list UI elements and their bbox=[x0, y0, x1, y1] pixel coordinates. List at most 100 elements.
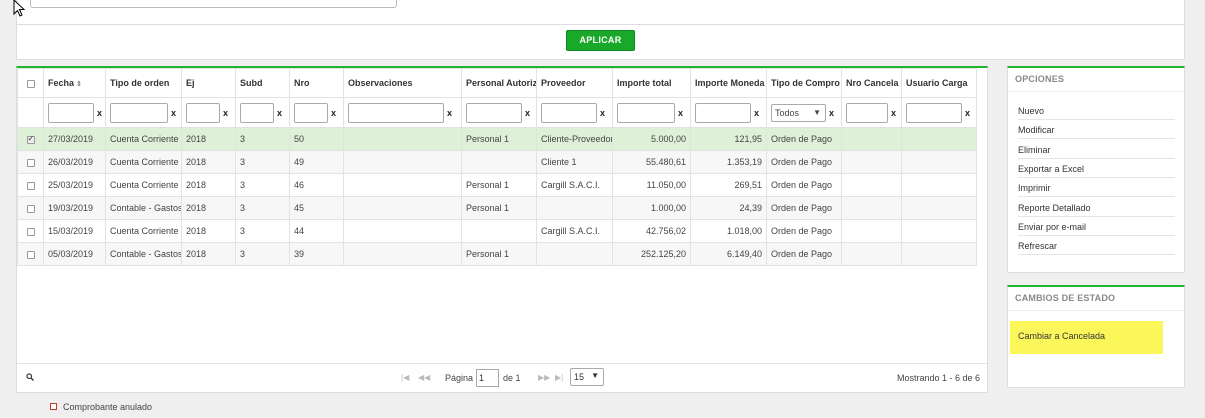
col-personal[interactable]: Personal Autoriz bbox=[461, 68, 537, 98]
cell-proveedor: Cliente 1 bbox=[536, 150, 613, 174]
table-row[interactable]: 27/03/2019Cuenta Corriente2018350 Persona… bbox=[17, 127, 977, 151]
cell-usuario bbox=[901, 173, 977, 197]
filter-moneda-input[interactable] bbox=[695, 102, 751, 123]
filter-usuario-input[interactable] bbox=[906, 102, 962, 123]
cell-moneda: 269,51 bbox=[690, 173, 767, 197]
col-fecha[interactable]: Fecha ⇕ bbox=[43, 68, 106, 98]
table-row[interactable]: 25/03/2019 Cuenta Corriente 2018 3 46 Persona… bbox=[17, 173, 977, 197]
cell-obs bbox=[343, 150, 462, 174]
filter-fecha-input[interactable] bbox=[48, 102, 94, 123]
table-row[interactable]: 19/03/2019 Contable - Gastos 2018 3 45 Person… bbox=[17, 196, 977, 220]
search-icon[interactable] bbox=[26, 373, 34, 381]
col-proveedor[interactable]: Proveedor bbox=[536, 68, 613, 98]
filter-subd-input[interactable] bbox=[240, 102, 274, 123]
option-item[interactable]: Eliminar bbox=[1018, 140, 1175, 159]
clear-filter-icon[interactable]: x bbox=[829, 108, 834, 118]
clear-filter-icon[interactable]: x bbox=[600, 108, 605, 118]
filter-cell: x bbox=[690, 97, 767, 128]
cell-ej: 2018 bbox=[181, 173, 236, 197]
col-ej[interactable]: Ej bbox=[181, 68, 236, 98]
table-row[interactable]: 15/03/2019 Cuenta Corriente 2018 3 44 Cargill… bbox=[17, 219, 977, 243]
row-checkbox[interactable] bbox=[26, 204, 35, 213]
option-item[interactable]: Exportar a Excel bbox=[1018, 159, 1175, 178]
page-number-input[interactable]: 1 bbox=[476, 369, 499, 387]
filter-total-input[interactable] bbox=[617, 102, 675, 123]
clear-filter-icon[interactable]: x bbox=[891, 108, 896, 118]
filter-cell: x bbox=[289, 97, 344, 128]
sort-icon[interactable]: ⇕ bbox=[76, 81, 82, 88]
cell-tipo: Cuenta Corriente bbox=[105, 150, 182, 174]
col-observaciones[interactable]: Observaciones bbox=[343, 68, 462, 98]
filter-tipo-input[interactable] bbox=[110, 102, 168, 123]
option-item[interactable]: Modificar bbox=[1018, 120, 1175, 140]
page-size-select[interactable]: 15 ▼ bbox=[570, 368, 604, 386]
col-tipo-comprobante[interactable]: Tipo de Compro bbox=[766, 68, 842, 98]
filter-cell: x bbox=[612, 97, 691, 128]
filter-cancela-input[interactable] bbox=[846, 102, 888, 123]
row-checkbox[interactable] bbox=[26, 250, 35, 259]
next-page-icon[interactable]: ▶▶ bbox=[538, 373, 550, 382]
row-checkbox[interactable] bbox=[26, 158, 35, 167]
cell-fecha: 19/03/2019 bbox=[43, 196, 106, 220]
select-value: Todos bbox=[775, 107, 800, 118]
col-usuario-carga[interactable]: Usuario Carga bbox=[901, 68, 977, 98]
row-checkbox[interactable] bbox=[26, 227, 35, 236]
col-subd[interactable]: Subd bbox=[235, 68, 290, 98]
filter-proveedor-input[interactable] bbox=[541, 102, 597, 123]
last-page-icon[interactable]: ▶| bbox=[555, 373, 563, 382]
prev-page-icon[interactable]: ◀◀ bbox=[418, 373, 430, 382]
row-select-cell bbox=[17, 219, 44, 243]
select-all-header[interactable] bbox=[17, 68, 44, 98]
row-checkbox[interactable] bbox=[26, 134, 35, 144]
clear-filter-icon[interactable]: x bbox=[97, 108, 102, 118]
filter-comprobante-select[interactable]: Todos ▼ bbox=[771, 103, 826, 122]
cell-proveedor: Cliente-Proveedor bbox=[536, 127, 613, 151]
cell-moneda: 6.149,40 bbox=[690, 242, 767, 266]
cell-nro: 49 bbox=[289, 150, 344, 174]
filter-personal-input[interactable] bbox=[466, 102, 522, 123]
cell-personal: Personal 1 bbox=[461, 173, 537, 197]
cell-tipo: Contable - Gastos bbox=[105, 242, 182, 266]
option-item[interactable]: Imprimir bbox=[1018, 178, 1175, 198]
clear-filter-icon[interactable]: x bbox=[171, 108, 176, 118]
first-page-icon[interactable]: |◀ bbox=[401, 373, 409, 382]
clear-filter-icon[interactable]: x bbox=[277, 108, 282, 118]
option-item[interactable]: Refrescar bbox=[1018, 236, 1175, 256]
cell-cancela bbox=[841, 242, 902, 266]
col-nro[interactable]: Nro bbox=[289, 68, 344, 98]
col-tipo-orden[interactable]: Tipo de orden bbox=[105, 68, 182, 98]
cell-tipo: Cuenta Corriente bbox=[105, 219, 182, 243]
filter-nro-input[interactable] bbox=[294, 102, 328, 123]
page-total-label: de 1 bbox=[503, 373, 521, 383]
select-all-checkbox[interactable] bbox=[26, 79, 35, 88]
clear-filter-icon[interactable]: x bbox=[331, 108, 336, 118]
clear-filter-icon[interactable]: x bbox=[965, 108, 970, 118]
cell-tipo: Cuenta Corriente bbox=[105, 127, 182, 151]
clear-filter-icon[interactable]: x bbox=[223, 108, 228, 118]
table-row[interactable]: 05/03/2019 Contable - Gastos 2018 3 39 Person… bbox=[17, 242, 977, 266]
filter-ej-input[interactable] bbox=[186, 102, 220, 123]
col-nro-cancela[interactable]: Nro Cancela bbox=[841, 68, 902, 98]
cell-obs bbox=[343, 127, 462, 151]
cell-subd: 3 bbox=[235, 150, 290, 174]
filter-observaciones-input[interactable] bbox=[348, 102, 444, 123]
col-importe-total[interactable]: Importe total bbox=[612, 68, 691, 98]
row-checkbox[interactable] bbox=[26, 181, 35, 190]
dropdown-arrow-icon: ▼ bbox=[591, 371, 599, 380]
cell-total: 252.125,20 bbox=[612, 242, 691, 266]
clear-filter-icon[interactable]: x bbox=[447, 108, 452, 118]
state-change-item[interactable]: Cambiar a Cancelada bbox=[1018, 326, 1175, 345]
option-item[interactable]: Reporte Detallado bbox=[1018, 198, 1175, 217]
filter-input[interactable] bbox=[30, 0, 397, 8]
clear-filter-icon[interactable]: x bbox=[678, 108, 683, 118]
filter-cell: x bbox=[901, 97, 977, 128]
col-importe-moneda[interactable]: Importe Moneda bbox=[690, 68, 767, 98]
clear-filter-icon[interactable]: x bbox=[525, 108, 530, 118]
apply-button[interactable]: APLICAR bbox=[566, 30, 635, 51]
table-row[interactable]: 26/03/2019 Cuenta Corriente 2018 3 49 Cliente… bbox=[17, 150, 977, 174]
clear-filter-icon[interactable]: x bbox=[754, 108, 759, 118]
row-select-cell bbox=[17, 150, 44, 174]
option-item[interactable]: Enviar por e-mail bbox=[1018, 217, 1175, 236]
option-item[interactable]: Nuevo bbox=[1018, 101, 1175, 120]
legend-label: Comprobante anulado bbox=[63, 402, 153, 412]
